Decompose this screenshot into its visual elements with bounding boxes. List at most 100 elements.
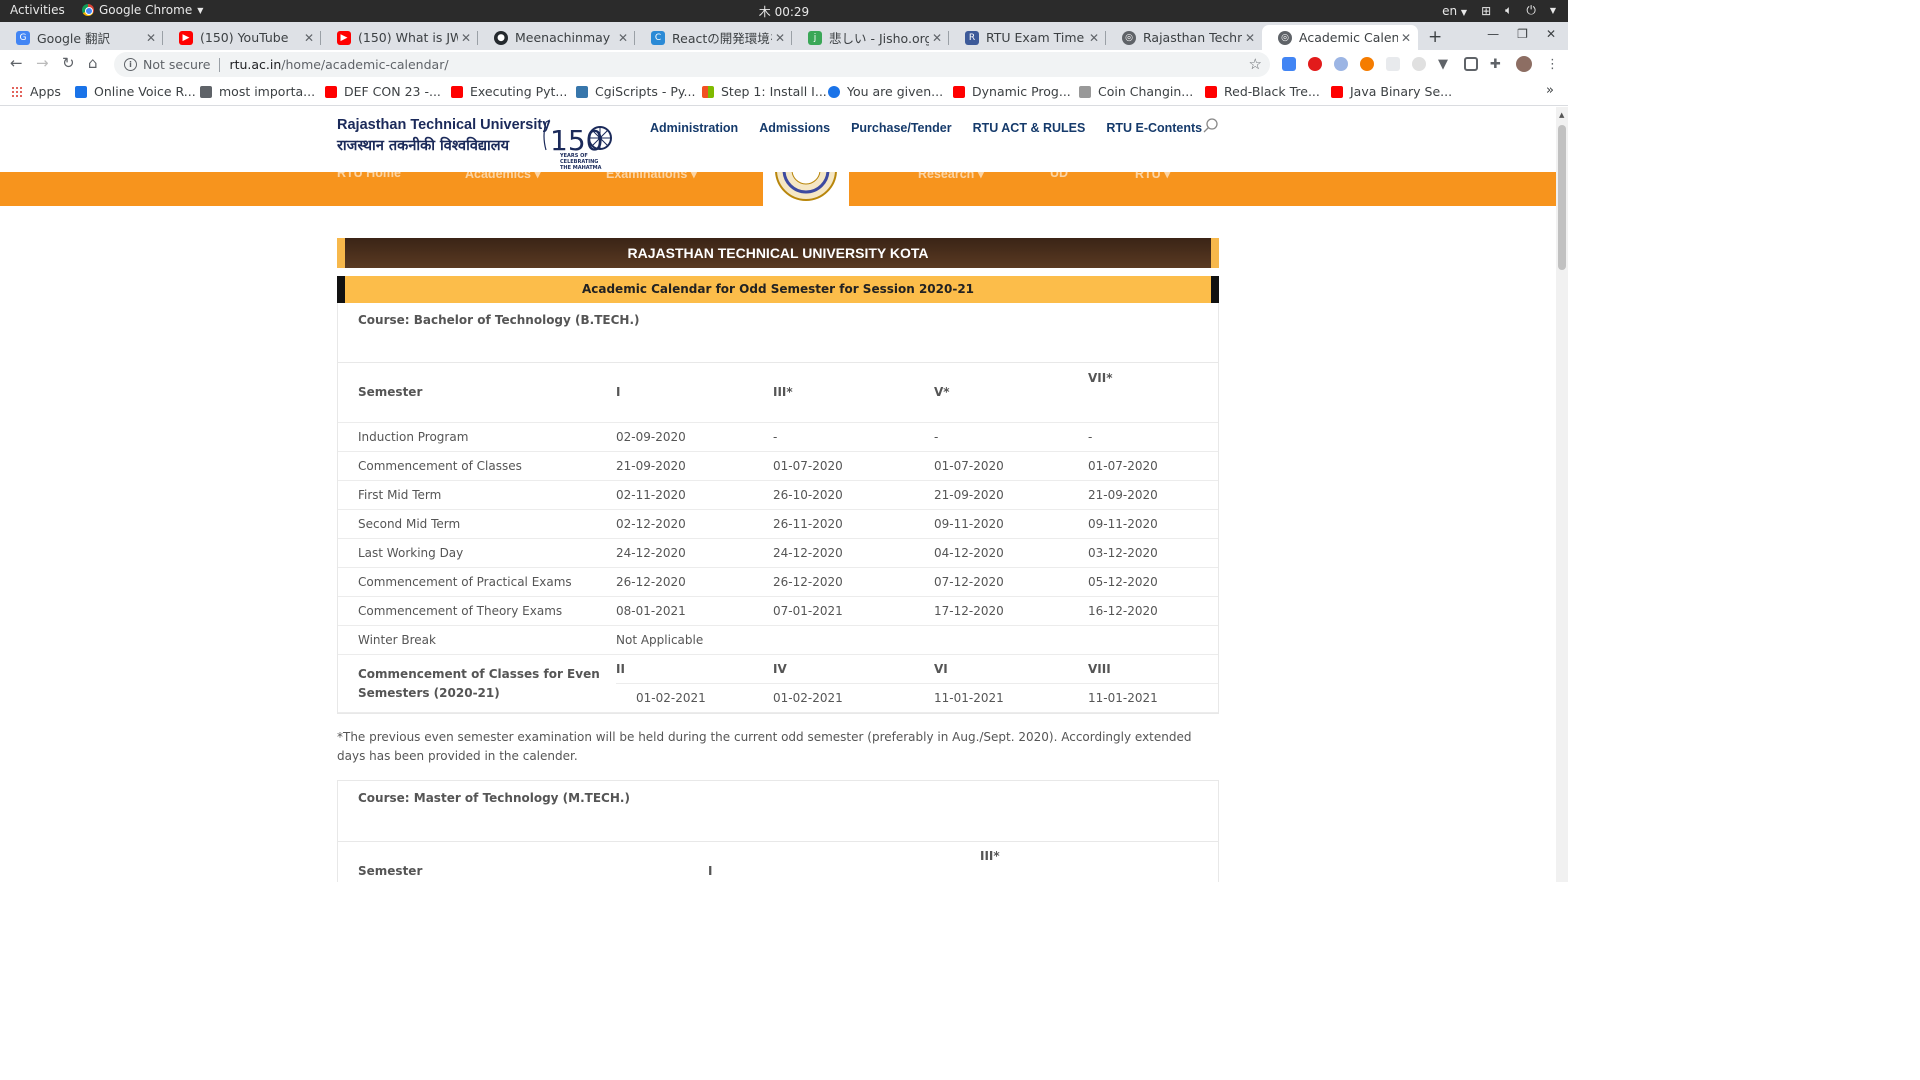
youtube-icon: ▶: [337, 30, 351, 45]
course-title: Course: Master of Technology (M.TECH.): [338, 781, 1218, 842]
nav-rtu-e-contents[interactable]: RTU E-Contents: [1106, 121, 1202, 135]
bookmark-item[interactable]: DEF CON 23 -...: [325, 84, 441, 99]
tab-youtube-jwt[interactable]: ▶ (150) What is JWT a ✕: [321, 25, 478, 50]
scroll-up-icon[interactable]: ▲: [1559, 111, 1564, 119]
table-row: Commencement of Theory Exams 08-01-2021 07…: [338, 596, 1218, 626]
table-row: First Mid Term 02-11-2020 26-10-2020 21-09-…: [338, 480, 1218, 510]
security-label[interactable]: Not secure: [143, 57, 210, 72]
more-bookmarks-icon[interactable]: »: [1546, 83, 1554, 98]
table-header: Semester I III* V* VII*: [338, 363, 1218, 423]
table-row: Commencement of Classes 21-09-2020 01-07-2…: [338, 451, 1218, 481]
nav-administration[interactable]: Administration: [650, 121, 738, 135]
footnote: *The previous even semester examination …: [337, 729, 1192, 763]
bookmark-item[interactable]: CgiScripts - Py...: [576, 84, 695, 99]
menu-research[interactable]: Research ▾: [918, 172, 984, 181]
puzzle-icon[interactable]: ✚: [1490, 57, 1504, 72]
bookmark-item[interactable]: Executing Pyt...: [451, 84, 567, 99]
info-icon[interactable]: i: [124, 58, 137, 71]
search-icon[interactable]: [1203, 118, 1219, 134]
bookmark-apps[interactable]: Apps: [11, 84, 61, 99]
fire-extension-icon[interactable]: [1360, 57, 1374, 71]
close-icon[interactable]: ✕: [1086, 31, 1102, 45]
volume-icon: 🔈︎: [1505, 3, 1513, 17]
star-icon[interactable]: ☆: [1249, 55, 1262, 73]
close-icon[interactable]: ✕: [458, 31, 474, 45]
close-window-button[interactable]: ✕: [1546, 27, 1556, 41]
menu-ud[interactable]: UD: [1050, 172, 1068, 180]
extension-icon[interactable]: [1334, 57, 1348, 71]
menu-academics[interactable]: Academics ▾: [465, 172, 541, 181]
bookmark-item[interactable]: Dynamic Prog...: [953, 84, 1071, 99]
site-logo[interactable]: Rajasthan Technical University राजस्थान …: [337, 117, 550, 155]
tab-youtube[interactable]: ▶ (150) YouTube ✕: [163, 25, 321, 50]
bookmark-item[interactable]: Java Binary Se...: [1331, 84, 1452, 99]
restore-button[interactable]: ❐: [1517, 27, 1528, 41]
browser-toolbar: ← → ↻ ⌂ i Not secure rtu.ac.in/home/acad…: [0, 50, 1568, 79]
filter-extension-icon[interactable]: ▼: [1438, 57, 1452, 72]
opera-extension-icon[interactable]: [1308, 57, 1322, 71]
reload-button[interactable]: ↻: [62, 54, 75, 72]
forward-button[interactable]: →: [36, 54, 49, 72]
btech-table: Semester I III* V* VII* Induction Progra…: [338, 363, 1218, 713]
close-icon[interactable]: ✕: [301, 31, 317, 45]
bookmark-folder[interactable]: most importa...: [200, 84, 315, 99]
bookmark-icon: [1079, 85, 1091, 98]
activities-button[interactable]: Activities: [10, 3, 65, 17]
menu-rtu[interactable]: RTU ▾: [1135, 172, 1170, 181]
url-text[interactable]: rtu.ac.in/home/academic-calendar/: [229, 57, 448, 72]
bookmark-item[interactable]: Step 1: Install I...: [702, 84, 827, 99]
tab-github[interactable]: ● Meenachinmay (Ch ✕: [478, 25, 635, 50]
nav-purchase-tender[interactable]: Purchase/Tender: [851, 121, 952, 135]
page-scrollbar[interactable]: ▲: [1556, 107, 1568, 882]
tab-academic-calendar[interactable]: ◎ Academic Calenda ✕: [1262, 25, 1418, 50]
table-row: Last Working Day 24-12-2020 24-12-2020 04-1…: [338, 538, 1218, 568]
nav-rtu-act-rules[interactable]: RTU ACT & RULES: [973, 121, 1086, 135]
youtube-icon: [1205, 85, 1217, 98]
new-tab-button[interactable]: +: [1428, 27, 1442, 47]
tab-jisho[interactable]: j 悲しい - Jisho.org ✕: [792, 25, 949, 50]
close-icon[interactable]: ✕: [772, 31, 788, 45]
youtube-icon: [1331, 85, 1343, 98]
bookmark-item[interactable]: Red-Black Tre...: [1205, 84, 1320, 99]
tab-google-translate[interactable]: G Google 翻訳 ✕: [0, 25, 163, 50]
university-emblem[interactable]: [763, 172, 849, 206]
system-tray[interactable]: en ▼ ⊞ 🔈︎ ⏻ ▼: [1442, 3, 1556, 18]
close-icon[interactable]: ✕: [615, 31, 631, 45]
mtech-calendar: Course: Master of Technology (M.TECH.) S…: [337, 779, 1219, 882]
close-icon[interactable]: ✕: [929, 31, 945, 45]
bookmark-item[interactable]: Coin Changin...: [1079, 84, 1193, 99]
chrome-icon: [82, 4, 94, 16]
close-icon[interactable]: ✕: [1242, 31, 1258, 45]
tab-rtu-home[interactable]: ◎ Rajasthan Technic ✕: [1106, 25, 1262, 50]
back-button[interactable]: ←: [10, 54, 23, 72]
language-indicator[interactable]: en ▼: [1442, 4, 1467, 18]
menu-rtu-home[interactable]: RTU Home: [337, 172, 401, 180]
menu-icon[interactable]: ⋮: [1546, 57, 1560, 72]
tab-rtu-exam[interactable]: R RTU Exam Time Tab ✕: [949, 25, 1106, 50]
emblem-icon: [775, 172, 837, 201]
nav-admissions[interactable]: Admissions: [759, 121, 830, 135]
tab-strip: G Google 翻訳 ✕ ▶ (150) YouTube ✕ ▶ (150) …: [0, 22, 1568, 50]
table-header: Semester I III*: [358, 848, 1000, 878]
clock[interactable]: 木 00:29: [0, 3, 1568, 20]
translate-extension-icon[interactable]: [1282, 57, 1296, 71]
extension-icon[interactable]: [1412, 57, 1426, 71]
address-bar[interactable]: i Not secure rtu.ac.in/home/academic-cal…: [114, 52, 1270, 77]
globe-icon: ◎: [1278, 30, 1292, 45]
avatar[interactable]: [1516, 56, 1532, 72]
media-icon[interactable]: [1464, 57, 1478, 71]
tab-react-setup[interactable]: C Reactの開発環境を ✕: [635, 25, 792, 50]
close-icon[interactable]: ✕: [1398, 31, 1414, 45]
app-menu[interactable]: Google Chrome ▼: [82, 3, 203, 17]
close-icon[interactable]: ✕: [143, 31, 159, 45]
minimize-button[interactable]: —: [1487, 27, 1499, 41]
bookmark-item[interactable]: You are given...: [828, 84, 943, 99]
extension-icon[interactable]: [1386, 57, 1400, 71]
menu-examinations[interactable]: Examinations ▾: [606, 172, 697, 181]
hackerrank-icon: [828, 85, 840, 98]
top-navigation: Administration Admissions Purchase/Tende…: [650, 121, 1202, 135]
jisho-icon: j: [808, 30, 822, 45]
home-button[interactable]: ⌂: [88, 54, 98, 72]
scrollbar-thumb[interactable]: [1558, 125, 1566, 270]
bookmark-item[interactable]: Online Voice R...: [75, 84, 196, 99]
